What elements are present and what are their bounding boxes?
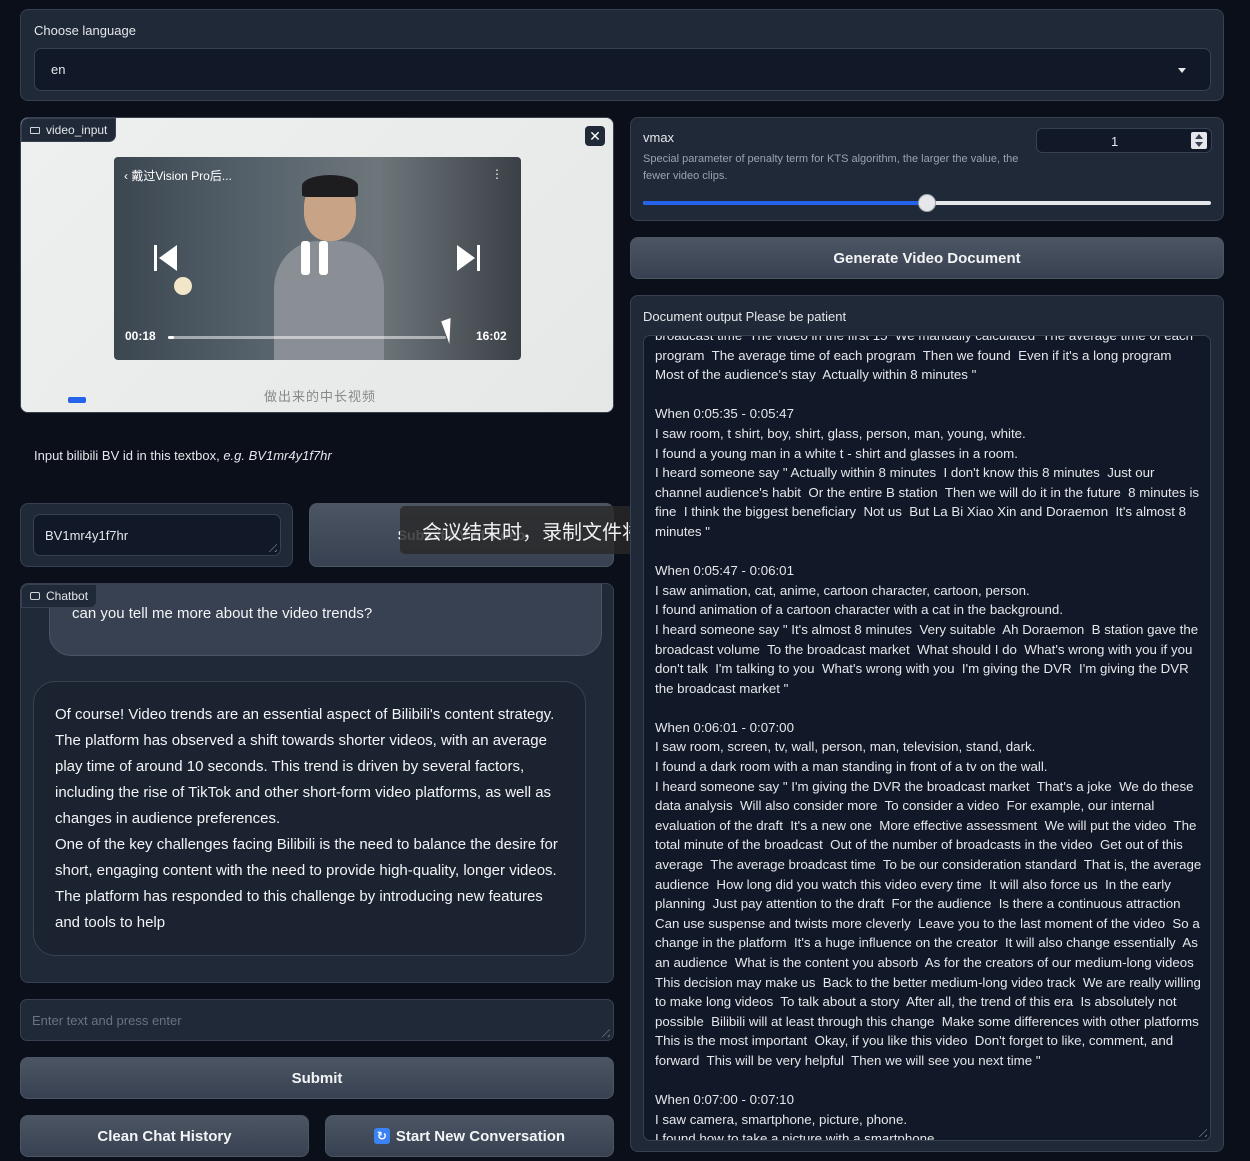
close-video-button[interactable]: ✕ bbox=[585, 126, 605, 146]
chevron-down-icon bbox=[1178, 68, 1186, 73]
start-new-conversation-button[interactable]: ↻ Start New Conversation bbox=[325, 1115, 614, 1157]
language-dropdown[interactable]: en bbox=[34, 48, 1211, 91]
bv-input-panel: BV1mr4y1f7hr bbox=[20, 503, 293, 567]
vmax-slider-fill bbox=[643, 201, 927, 205]
document-output-panel: Document output Please be patient broadc… bbox=[630, 295, 1224, 1152]
chat-bubble-icon bbox=[30, 592, 40, 600]
video-input-panel: ‹ 戴过Vision Pro后... ⋮ 00:18 16:02 做出来的中长视… bbox=[20, 117, 614, 413]
lamp-shape bbox=[174, 277, 192, 295]
vmax-panel: vmax Special parameter of penalty term f… bbox=[630, 117, 1224, 221]
document-output-textarea[interactable]: broadcast time The video in the first 15… bbox=[643, 335, 1211, 1141]
bv-input[interactable]: BV1mr4y1f7hr bbox=[33, 514, 281, 556]
chat-input-placeholder: Enter text and press enter bbox=[32, 1013, 182, 1028]
video-subtitle: 做出来的中长视频 bbox=[264, 389, 377, 404]
chatbot-tag: Chatbot bbox=[21, 584, 98, 608]
progress-marker bbox=[68, 397, 86, 403]
more-icon[interactable]: ⋮ bbox=[491, 167, 503, 181]
bv-hint-example: e.g. BV1mr4y1f7hr bbox=[223, 448, 332, 463]
skip-back-icon[interactable] bbox=[154, 245, 178, 271]
progress-fill bbox=[168, 336, 174, 339]
video-player[interactable]: ‹ 戴过Vision Pro后... ⋮ 00:18 16:02 bbox=[114, 157, 521, 360]
refresh-icon: ↻ bbox=[373, 1128, 390, 1144]
vmax-description: Special parameter of penalty term for KT… bbox=[643, 153, 1019, 182]
user-message: can you tell me more about the video tre… bbox=[49, 584, 602, 656]
skip-forward-icon[interactable] bbox=[457, 245, 481, 271]
presenter-figure bbox=[274, 175, 384, 360]
vmax-slider[interactable] bbox=[643, 194, 1211, 212]
chatbot-panel: can you tell me more about the video tre… bbox=[20, 583, 614, 983]
clean-chat-history-button[interactable]: Clean Chat History bbox=[20, 1115, 309, 1157]
resize-grip-icon[interactable] bbox=[265, 540, 277, 552]
close-icon: ✕ bbox=[589, 127, 601, 144]
vmax-label: vmax bbox=[643, 130, 675, 145]
video-frame[interactable]: ‹ 戴过Vision Pro后... ⋮ 00:18 16:02 做出来的中长视… bbox=[21, 118, 613, 412]
resize-grip-icon[interactable] bbox=[598, 1025, 610, 1037]
cursor-icon bbox=[441, 318, 459, 344]
bv-hint: Input bilibili BV id in this textbox, e.… bbox=[34, 448, 332, 463]
language-label: Choose language bbox=[34, 23, 136, 38]
language-panel: Choose language en bbox=[20, 9, 1224, 101]
pause-icon[interactable] bbox=[301, 241, 329, 275]
chat-input[interactable]: Enter text and press enter bbox=[20, 999, 614, 1041]
player-back-title[interactable]: ‹ 戴过Vision Pro后... bbox=[124, 167, 232, 184]
progress-track[interactable] bbox=[168, 336, 446, 339]
time-current: 00:18 bbox=[125, 329, 156, 343]
bv-input-value: BV1mr4y1f7hr bbox=[45, 528, 129, 543]
time-total: 16:02 bbox=[476, 329, 507, 343]
language-selected-value: en bbox=[51, 62, 66, 77]
submit-button[interactable]: Submit bbox=[20, 1057, 614, 1099]
spinner-icon[interactable] bbox=[1191, 132, 1207, 149]
generate-video-document-button[interactable]: Generate Video Document bbox=[630, 237, 1224, 279]
bot-message: Of course! Video trends are an essential… bbox=[33, 681, 586, 956]
document-output-label: Document output Please be patient bbox=[643, 309, 847, 324]
vmax-slider-thumb[interactable] bbox=[918, 194, 936, 212]
video-camera-icon bbox=[30, 126, 40, 134]
video-input-tag: video_input bbox=[21, 118, 117, 142]
vmax-number-input[interactable]: 1 bbox=[1036, 128, 1212, 153]
